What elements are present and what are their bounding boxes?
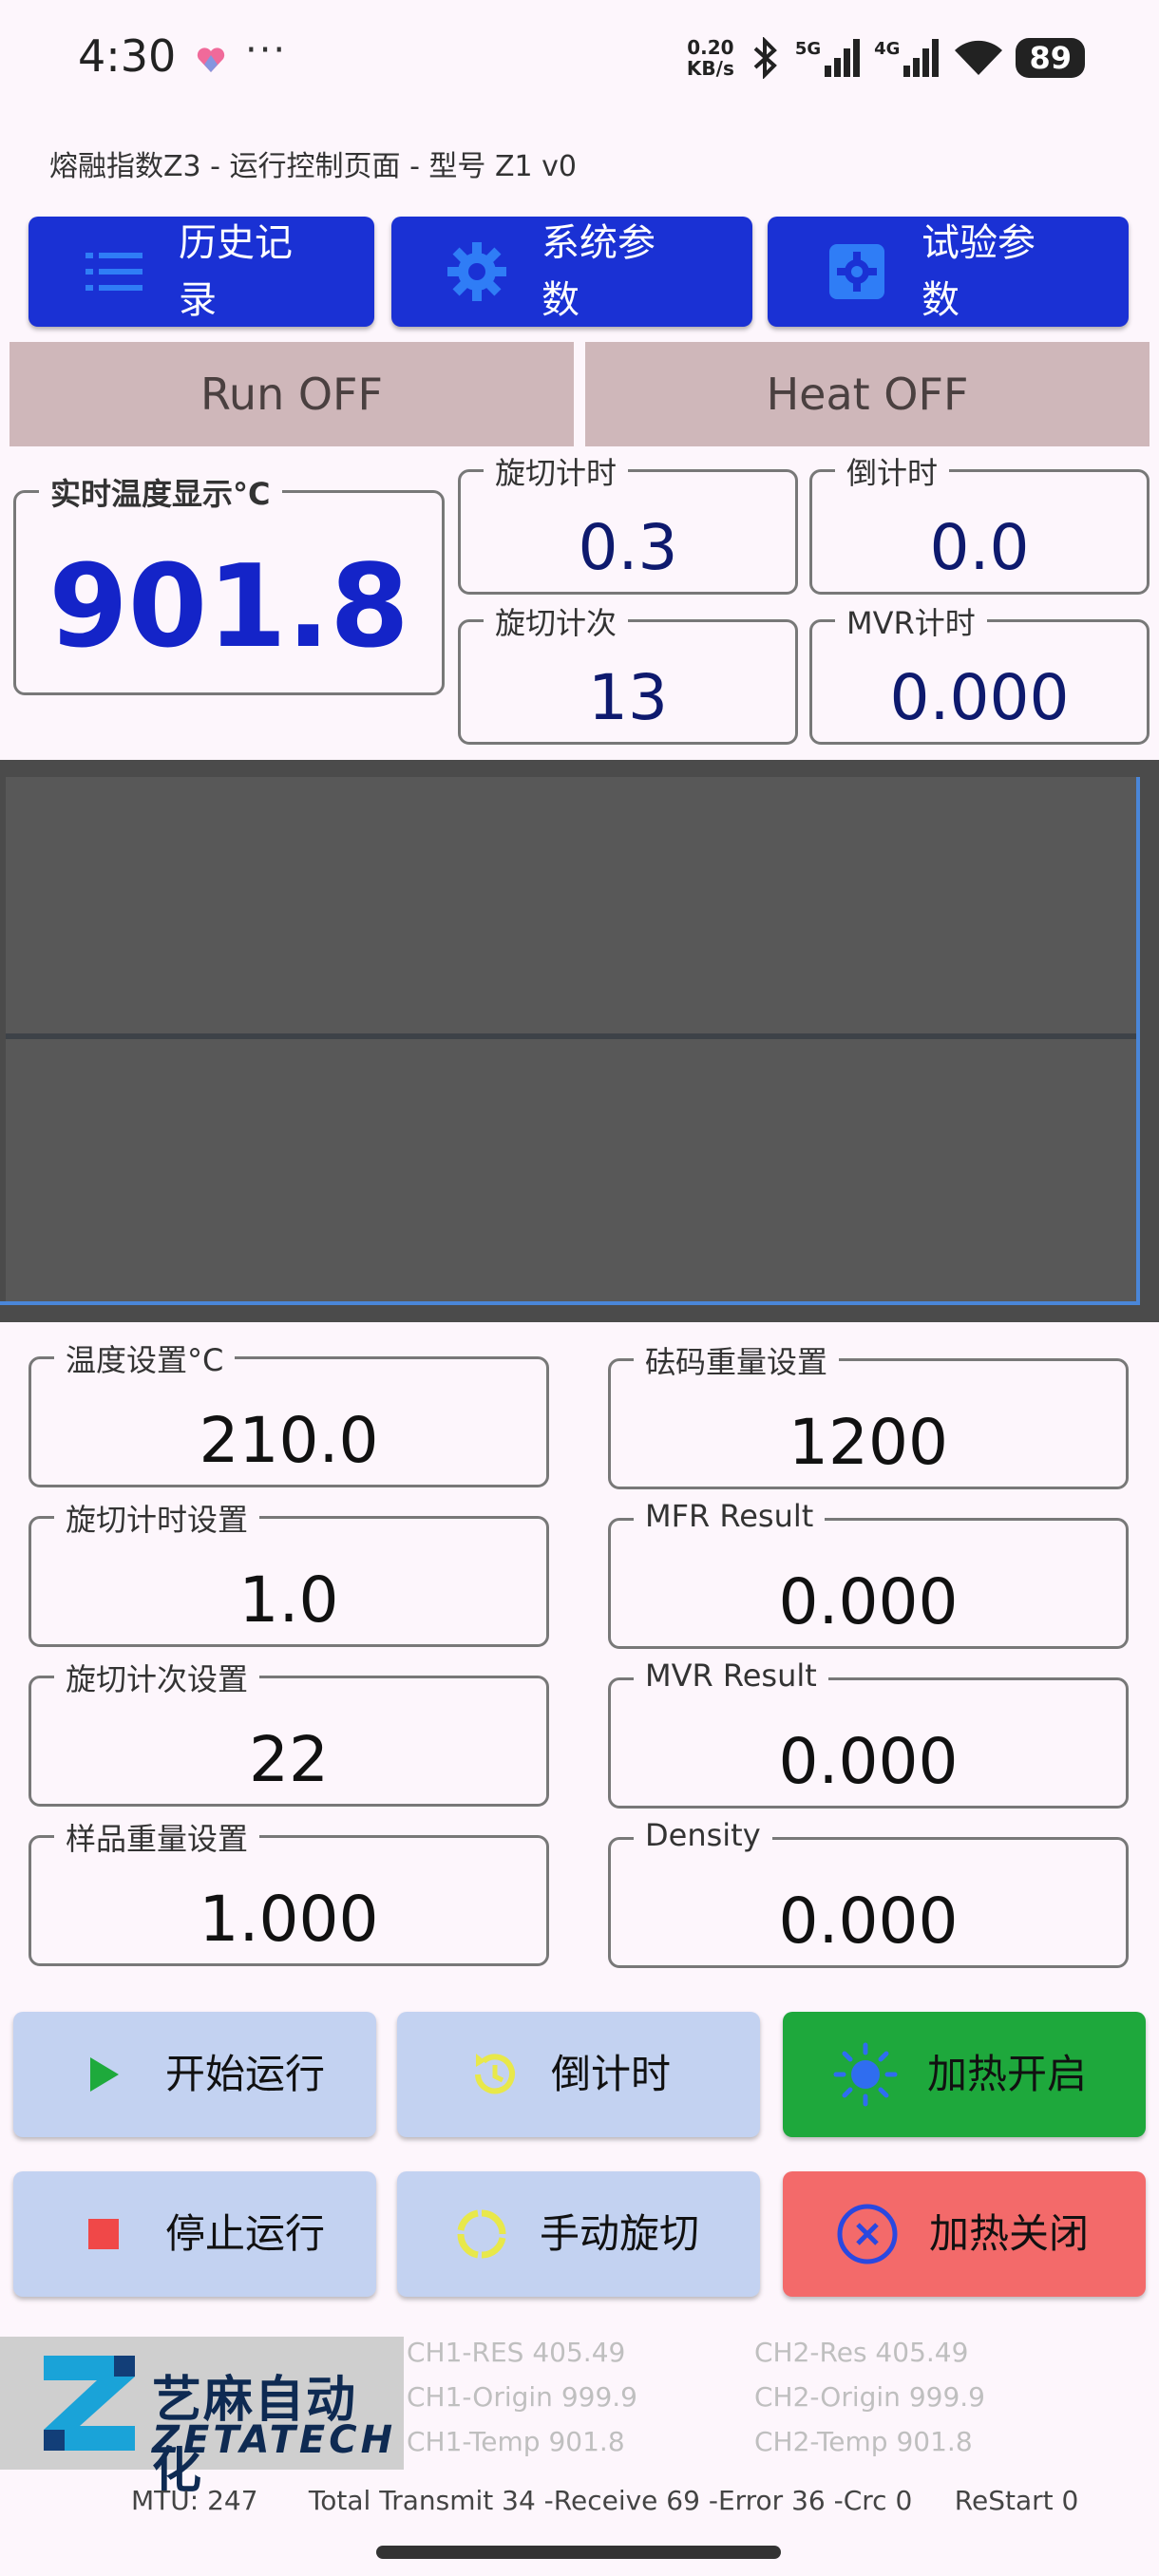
cut-count-display: 旋切计次 13 [458,599,798,745]
start-run-label: 开始运行 [165,2051,326,2097]
cut-count-set-label: 旋切计次设置 [54,1656,260,1699]
status-time: 4:30 [78,30,177,82]
timer-icon [462,2041,528,2108]
wifi-icon [955,40,1003,75]
status-indicators: 0.20 KB/s 5G 4G 89 [687,32,1085,84]
mfr-result-field: MFR Result 0.000 [608,1498,1129,1649]
ch2-res: CH2-Res 405.49 [754,2337,969,2368]
comm-stats: MTU: 247 Total Transmit 34 -Receive 69 -… [131,2485,1079,2516]
logo-english-text: ZETATECH [152,2418,397,2462]
sun-icon [832,2041,899,2108]
chart-plot-area[interactable] [0,777,1140,1305]
chart-bottom-border [0,1301,1140,1305]
battery-level: 89 [1016,38,1085,78]
ch2-origin: CH2-Origin 999.9 [754,2381,985,2413]
mvr-result-label: MVR Result [634,1657,828,1694]
realtime-temp-value: 901.8 [48,541,409,673]
more-notifications-icon: ··· [245,28,288,72]
test-params-button[interactable]: 试验参数 [768,217,1129,327]
mfr-result-label: MFR Result [634,1498,826,1534]
countdown-display: 倒计时 0.0 [809,449,1150,595]
chart-divider [6,1033,1140,1039]
bluetooth-icon [753,37,777,79]
stop-run-button[interactable]: 停止运行 [13,2171,376,2297]
system-params-button-label: 系统参数 [542,221,656,322]
heat-off-button[interactable]: 加热关闭 [783,2171,1146,2297]
weight-set-label: 砝码重量设置 [634,1338,840,1382]
signal-4g-icon: 4G [874,39,941,77]
sample-weight-set-value: 1.000 [199,1883,379,1956]
ch1-res: CH1-RES 405.49 [407,2337,626,2368]
list-icon [76,234,152,310]
cut-count-value: 13 [588,661,668,734]
history-button[interactable]: 历史记录 [28,217,374,327]
realtime-temp-display: 实时温度显示°C 901.8 [13,470,445,695]
temp-set-field[interactable]: 温度设置°C 210.0 [28,1336,549,1487]
settings-box-icon [819,234,895,310]
chart-right-border [1136,777,1140,1305]
home-indicator[interactable] [376,2546,781,2559]
close-circle-icon [834,2201,901,2267]
health-app-icon [197,47,225,72]
temp-set-value: 210.0 [199,1404,379,1477]
run-toggle[interactable]: Run OFF [10,342,574,446]
mfr-result-value: 0.000 [778,1565,959,1638]
density-value: 0.000 [778,1885,959,1958]
countdown-button[interactable]: 倒计时 [397,2012,760,2137]
zetatech-logo-mark [44,2356,135,2451]
mvr-timer-display: MVR计时 0.000 [809,599,1150,745]
weight-set-field[interactable]: 砝码重量设置 1200 [608,1338,1129,1489]
network-speed: 0.20 KB/s [686,36,734,80]
countdown-value: 0.0 [929,511,1030,584]
signal-5g-icon: 5G [795,39,863,77]
cut-count-label: 旋切计次 [484,599,629,643]
history-button-label: 历史记录 [179,221,293,322]
cut-timer-label: 旋切计时 [484,449,629,493]
heat-toggle[interactable]: Heat OFF [585,342,1150,446]
sample-weight-set-field[interactable]: 样品重量设置 1.000 [28,1815,549,1966]
heat-on-label: 加热开启 [927,2051,1088,2097]
test-params-button-label: 试验参数 [922,221,1036,322]
mvr-result-field: MVR Result 0.000 [608,1657,1129,1809]
weight-set-value: 1200 [788,1406,948,1479]
temp-set-label: 温度设置°C [54,1336,236,1380]
manual-cut-button[interactable]: 手动旋切 [397,2171,760,2297]
ch1-origin: CH1-Origin 999.9 [407,2381,637,2413]
stop-icon [70,2201,137,2267]
density-field: Density 0.000 [608,1817,1129,1968]
rotate-icon [448,2201,515,2267]
manual-cut-label: 手动旋切 [540,2210,700,2257]
realtime-temp-label: 实时温度显示°C [39,470,282,514]
mvr-timer-label: MVR计时 [835,599,987,643]
ch1-temp: CH1-Temp 901.8 [407,2426,625,2457]
company-logo: 艺麻自动化 ZETATECH [0,2337,404,2500]
cut-count-set-field[interactable]: 旋切计次设置 22 [28,1656,549,1807]
cut-time-set-value: 1.0 [238,1563,339,1637]
mvr-result-value: 0.000 [778,1725,959,1798]
cut-time-set-field[interactable]: 旋切计时设置 1.0 [28,1496,549,1647]
ch2-temp: CH2-Temp 901.8 [754,2426,973,2457]
cut-count-set-value: 22 [249,1723,329,1796]
heat-on-button[interactable]: 加热开启 [783,2012,1146,2137]
gear-icon [439,234,515,310]
countdown-button-label: 倒计时 [551,2051,672,2097]
cut-timer-display: 旋切计时 0.3 [458,449,798,595]
cut-time-set-label: 旋切计时设置 [54,1496,260,1540]
system-params-button[interactable]: 系统参数 [391,217,752,327]
sample-weight-set-label: 样品重量设置 [54,1815,260,1859]
countdown-label: 倒计时 [835,449,950,493]
play-icon [70,2041,137,2108]
start-run-button[interactable]: 开始运行 [13,2012,376,2137]
cut-timer-value: 0.3 [578,511,678,584]
heat-off-label: 加热关闭 [929,2210,1090,2257]
app-title: 熔融指数Z3 - 运行控制页面 - 型号 Z1 v0 [49,150,577,183]
mvr-timer-value: 0.000 [889,661,1070,734]
density-label: Density [634,1817,772,1853]
stop-run-label: 停止运行 [165,2210,326,2257]
